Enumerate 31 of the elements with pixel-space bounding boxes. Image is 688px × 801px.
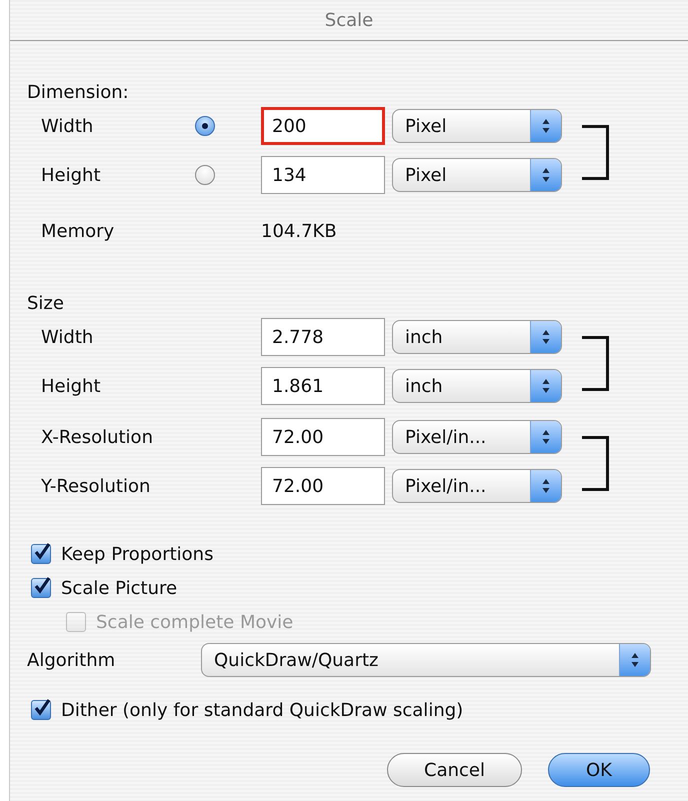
input-field[interactable]: 134 bbox=[261, 156, 385, 194]
cancel-button[interactable]: Cancel bbox=[387, 753, 522, 787]
popup-menu[interactable]: inch bbox=[392, 369, 562, 403]
popup-menu[interactable]: QuickDraw/Quartz bbox=[201, 643, 651, 677]
popup-menu[interactable]: Pixel/in... bbox=[392, 469, 562, 503]
field-label: Algorithm bbox=[27, 650, 116, 670]
checkbox-label[interactable]: Scale Picture bbox=[61, 578, 178, 598]
memory-value: 104.7KB bbox=[261, 220, 337, 242]
checkbox-label[interactable]: Keep Proportions bbox=[61, 544, 214, 564]
input-field[interactable]: 72.00 bbox=[261, 467, 385, 505]
input-field[interactable]: 2.778 bbox=[261, 318, 385, 356]
input-field[interactable]: 72.00 bbox=[261, 418, 385, 456]
checkbox-label: Scale complete Movie bbox=[96, 612, 294, 632]
field-label: Width bbox=[40, 116, 94, 136]
popup-menu[interactable]: inch bbox=[392, 320, 562, 354]
input-field[interactable]: 200 bbox=[261, 107, 385, 145]
section-label: Size bbox=[27, 292, 65, 316]
field-label: Height bbox=[40, 164, 102, 186]
field-label: Height bbox=[40, 376, 102, 396]
field-label: X-Resolution bbox=[40, 426, 154, 448]
input-field[interactable]: 1.861 bbox=[261, 367, 385, 405]
field-label: Width bbox=[40, 326, 94, 348]
ok-button[interactable]: OK bbox=[548, 753, 650, 787]
window-title: Scale bbox=[324, 10, 374, 30]
popup-menu[interactable]: Pixel bbox=[392, 109, 562, 143]
section-label: Dimension: bbox=[27, 81, 130, 105]
field-label: Y-Resolution bbox=[40, 476, 152, 496]
popup-menu[interactable]: Pixel/in... bbox=[392, 420, 562, 454]
popup-menu[interactable]: Pixel bbox=[392, 158, 562, 192]
field-label: Memory bbox=[40, 220, 116, 242]
checkbox-label[interactable]: Dither (only for standard QuickDraw scaling) bbox=[61, 700, 464, 720]
